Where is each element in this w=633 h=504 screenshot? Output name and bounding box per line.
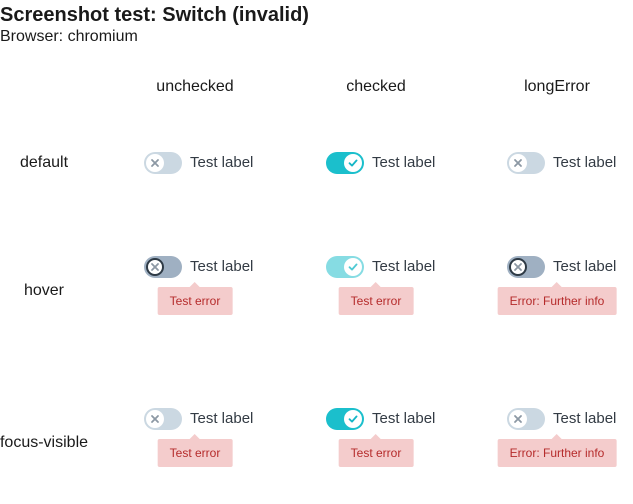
error-tooltip: Test error	[338, 282, 414, 315]
cell-default-unchecked: Test label	[144, 152, 253, 174]
cell-focus-checked: Test label Test error	[326, 408, 435, 467]
switch-thumb	[344, 258, 362, 276]
switch-label: Test label	[372, 154, 436, 171]
cell-hover-unchecked: Test label Test error	[144, 256, 253, 315]
switch-checked[interactable]: Test label	[326, 254, 435, 280]
switch-thumb	[146, 410, 164, 428]
error-tooltip: Error: Further info	[497, 434, 617, 467]
row-header-hover: hover	[23, 282, 65, 299]
switch-label: Test label	[190, 410, 254, 427]
column-header-unchecked: unchecked	[156, 78, 234, 95]
close-icon	[151, 263, 159, 271]
switch-unchecked[interactable]: Test label	[144, 150, 253, 176]
switch-label: Test label	[372, 410, 436, 427]
switch-label: Test label	[190, 154, 254, 171]
switch-track[interactable]	[326, 152, 364, 174]
browser-info: Browser: chromium	[0, 28, 138, 45]
cell-hover-long-error: Test label Error: Further info	[497, 256, 616, 315]
switch-label: Test label	[553, 410, 617, 427]
switch-thumb	[146, 154, 164, 172]
switch-track[interactable]	[144, 408, 182, 430]
column-header-long-error: longError	[524, 78, 590, 95]
cell-default-checked: Test label	[326, 152, 435, 174]
check-icon	[348, 415, 358, 423]
switch-thumb	[509, 154, 527, 172]
switch-label: Test label	[190, 258, 254, 275]
switch-unchecked[interactable]: Test label	[144, 406, 253, 432]
switch-track[interactable]	[507, 152, 545, 174]
switch-track[interactable]	[507, 256, 545, 278]
switch-label: Test label	[372, 258, 436, 275]
switch-unchecked[interactable]: Test label	[507, 406, 616, 432]
switch-thumb	[344, 154, 362, 172]
switch-label: Test label	[553, 258, 617, 275]
switch-thumb	[509, 258, 527, 276]
close-icon	[514, 159, 522, 167]
close-icon	[514, 415, 522, 423]
row-header-default: default	[19, 154, 69, 171]
close-icon	[151, 415, 159, 423]
switch-checked[interactable]: Test label	[326, 150, 435, 176]
switch-track[interactable]	[326, 408, 364, 430]
check-icon	[348, 159, 358, 167]
close-icon	[151, 159, 159, 167]
cell-focus-unchecked: Test label Test error	[144, 408, 253, 467]
error-tooltip: Test error	[338, 434, 414, 467]
switch-track[interactable]	[507, 408, 545, 430]
switch-unchecked[interactable]: Test label	[507, 254, 616, 280]
cell-default-long-error: Test label	[507, 152, 616, 174]
column-header-checked: checked	[346, 78, 406, 95]
page-title: Screenshot test: Switch (invalid)	[0, 4, 309, 26]
switch-unchecked[interactable]: Test label	[144, 254, 253, 280]
error-tooltip: Test error	[157, 282, 233, 315]
switch-thumb	[344, 410, 362, 428]
check-icon	[348, 263, 358, 271]
error-tooltip: Error: Further info	[497, 282, 617, 315]
close-icon	[514, 263, 522, 271]
cell-hover-checked: Test label Test error	[326, 256, 435, 315]
switch-thumb	[509, 410, 527, 428]
switch-unchecked[interactable]: Test label	[507, 150, 616, 176]
switch-checked[interactable]: Test label	[326, 406, 435, 432]
error-tooltip: Test error	[157, 434, 233, 467]
cell-focus-long-error: Test label Error: Further info	[497, 408, 616, 467]
switch-track[interactable]	[144, 152, 182, 174]
switch-label: Test label	[553, 154, 617, 171]
switch-thumb	[146, 258, 164, 276]
switch-track[interactable]	[326, 256, 364, 278]
row-header-focus-visible: focus-visible	[0, 434, 89, 451]
switch-track[interactable]	[144, 256, 182, 278]
